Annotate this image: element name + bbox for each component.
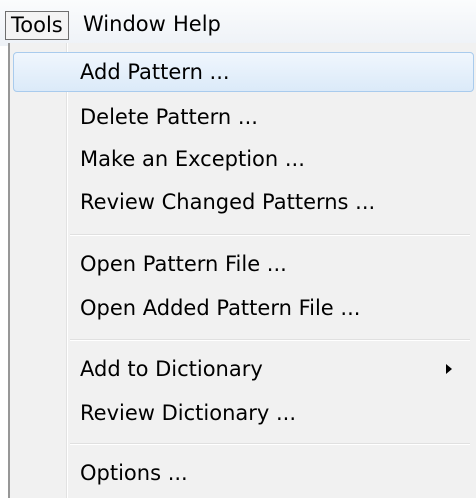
menu-item-review-dictionary[interactable]: Review Dictionary ... bbox=[13, 393, 474, 433]
menu-tools[interactable]: Tools bbox=[5, 11, 69, 40]
menu-item-label: Add Pattern ... bbox=[80, 60, 230, 84]
menu-help[interactable]: Help bbox=[168, 11, 226, 40]
menu-item-label: Open Pattern File ... bbox=[80, 252, 287, 276]
menu-item-open-added-pattern-file[interactable]: Open Added Pattern File ... bbox=[13, 288, 474, 328]
menu-item-label: Add to Dictionary bbox=[80, 357, 263, 381]
menu-separator bbox=[70, 339, 470, 341]
menu-item-label: Open Added Pattern File ... bbox=[80, 296, 361, 320]
menu-item-add-to-dictionary[interactable]: Add to Dictionary bbox=[13, 349, 474, 389]
menu-item-delete-pattern[interactable]: Delete Pattern ... bbox=[13, 97, 474, 137]
menu-bar: Tools Window Help bbox=[0, 0, 476, 46]
menu-item-label: Options ... bbox=[80, 461, 188, 485]
menu-item-label: Review Dictionary ... bbox=[80, 401, 297, 425]
menu-item-open-pattern-file[interactable]: Open Pattern File ... bbox=[13, 244, 474, 284]
tools-dropdown-menu: Add Pattern ... Delete Pattern ... Make … bbox=[8, 43, 476, 498]
menu-item-label: Delete Pattern ... bbox=[80, 105, 258, 129]
menu-item-label: Review Changed Patterns ... bbox=[80, 190, 376, 214]
menu-separator bbox=[70, 234, 470, 236]
menu-item-add-pattern[interactable]: Add Pattern ... bbox=[13, 52, 474, 92]
menu-item-label: Make an Exception ... bbox=[80, 147, 305, 171]
menu-item-review-changed-patterns[interactable]: Review Changed Patterns ... bbox=[13, 182, 474, 222]
menu-separator bbox=[70, 443, 470, 445]
menu-item-make-exception[interactable]: Make an Exception ... bbox=[13, 139, 474, 179]
menu-window[interactable]: Window bbox=[78, 11, 171, 40]
menu-item-options[interactable]: Options ... bbox=[13, 453, 474, 493]
submenu-arrow-icon bbox=[446, 364, 452, 374]
